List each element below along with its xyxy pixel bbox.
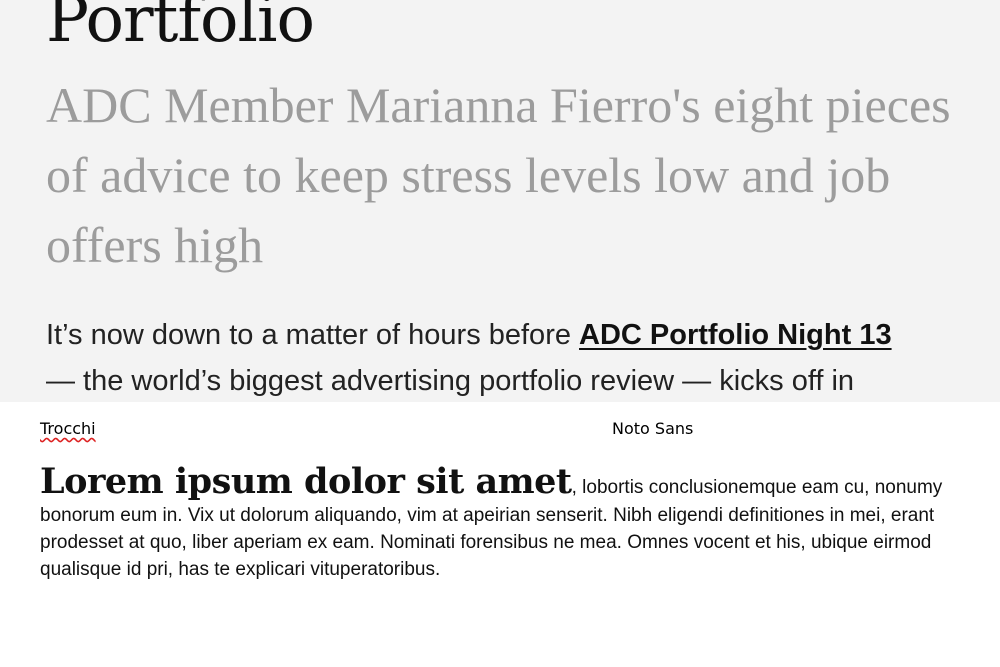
body-rest-text: — the world’s biggest advertising portfo… [46, 365, 855, 397]
font-sample-paragraph: Lorem ipsum dolor sit amet, lobortis con… [40, 462, 980, 583]
portfolio-night-link[interactable]: ADC Portfolio Night 13 [579, 319, 892, 351]
article-subtitle: ADC Member Marianna Fierro's eight piece… [46, 77, 951, 273]
sample-heading: Lorem ipsum dolor sit amet [40, 461, 572, 502]
body-intro-text: It’s now down to a matter of hours befor… [46, 319, 580, 351]
article-body: It’s now down to a matter of hours befor… [46, 312, 1000, 402]
article-screenshot: Portfolio ADC Member Marianna Fierro's e… [0, 0, 1000, 402]
font-label-noto-sans: Noto Sans [612, 419, 694, 438]
font-label-trocchi: Trocchi [40, 419, 96, 438]
page-title: Portfolio [46, 0, 315, 57]
